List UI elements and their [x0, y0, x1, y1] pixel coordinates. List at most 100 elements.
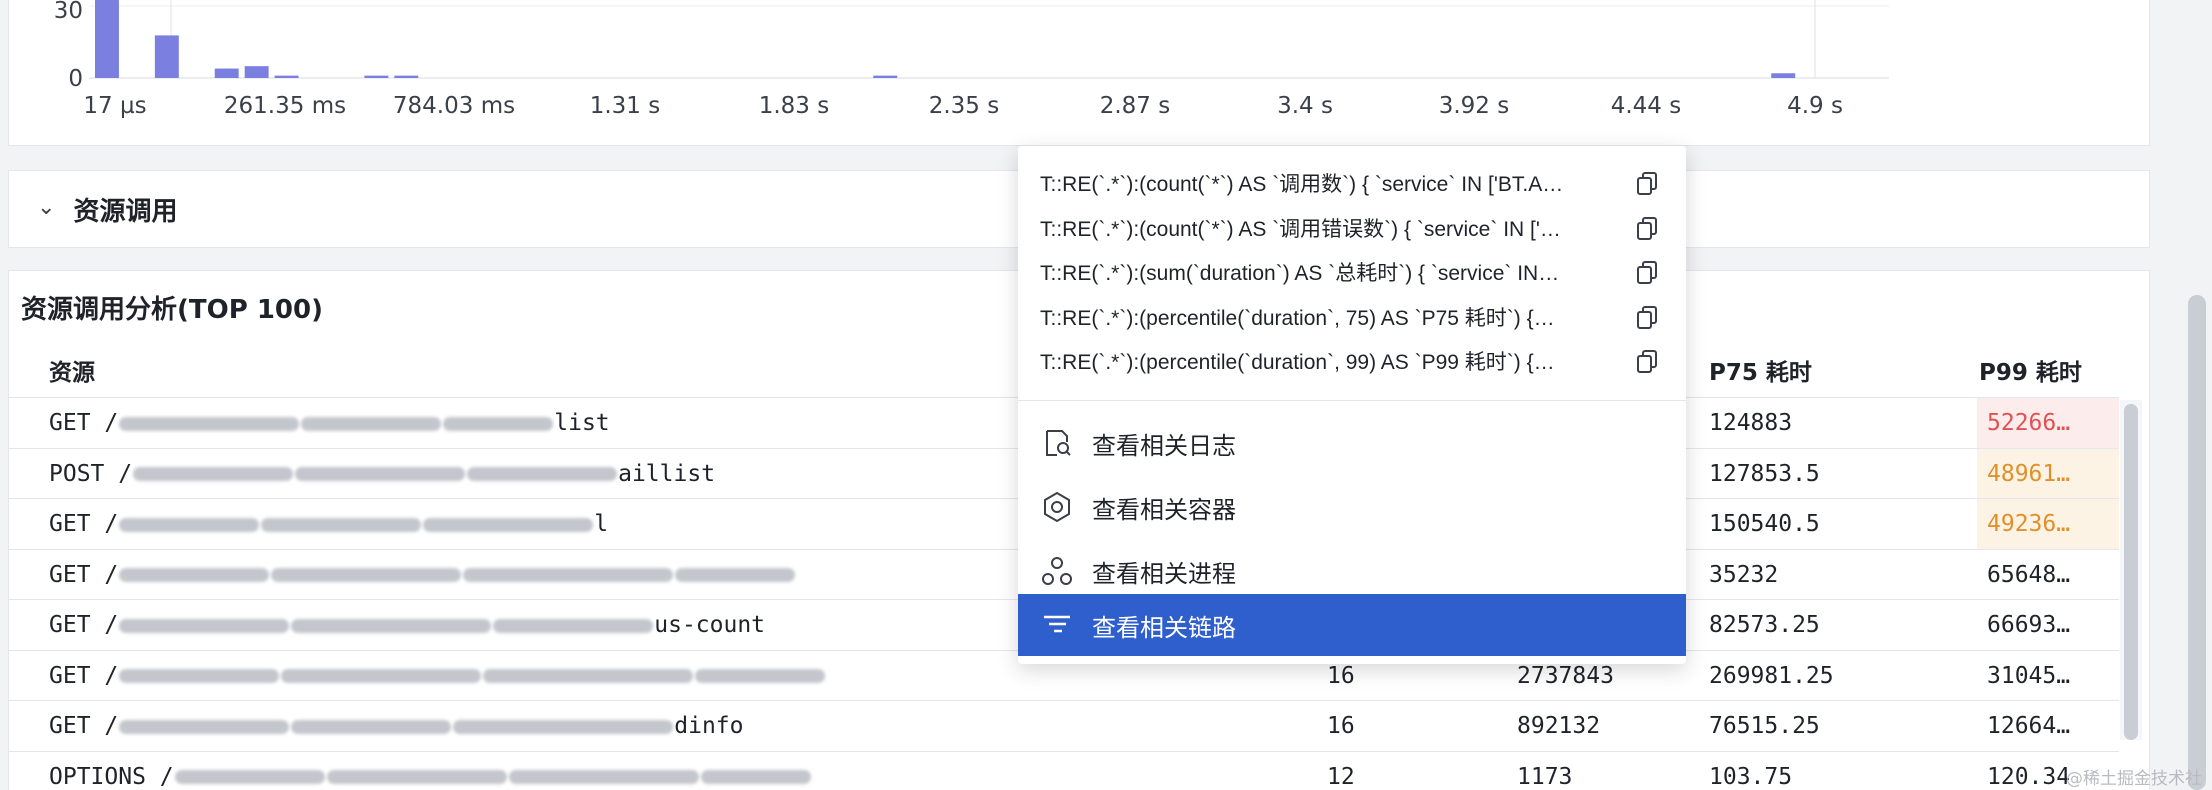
redacted-path-segment: [301, 416, 442, 431]
query-item[interactable]: T::RE(`.*`):(sum(`duration`) AS `总耗时`) {…: [1040, 250, 1660, 294]
query-text: T::RE(`.*`):(percentile(`duration`, 99) …: [1040, 351, 1555, 375]
query-item[interactable]: T::RE(`.*`):(count(`*`) AS `调用数`) { `ser…: [1040, 161, 1660, 205]
menu-action-item[interactable]: 查看相关链路: [1018, 594, 1686, 656]
path-prefix: /: [104, 662, 119, 689]
x-tick-label: 4.9 s: [1787, 93, 1843, 119]
p99-cell: 48961…: [1977, 448, 2119, 499]
http-method: GET: [49, 561, 105, 588]
histogram-bar[interactable]: [95, 0, 119, 79]
http-method: GET: [49, 410, 105, 436]
query-item[interactable]: T::RE(`.*`):(count(`*`) AS `调用错误数`) { `s…: [1040, 206, 1660, 250]
p75-cell: 127853.5: [1709, 460, 1820, 487]
histogram-bar[interactable]: [154, 35, 179, 78]
redacted-path-segment: [291, 618, 492, 633]
query-text: T::RE(`.*`):(count(`*`) AS `调用数`) { `ser…: [1040, 173, 1564, 196]
menu-action-item[interactable]: 查看相关容器: [1018, 476, 1686, 538]
p75-cell: 103.75: [1709, 763, 1793, 790]
page-scrollbar-thumb[interactable]: [2188, 295, 2206, 790]
redacted-path-segment: [443, 416, 554, 431]
redacted-path-segment: [295, 467, 466, 481]
x-tick-label: 17 µs: [83, 93, 146, 119]
col-header-resource[interactable]: 资源: [49, 353, 95, 387]
col-header-p75[interactable]: P75 耗时: [1709, 353, 1812, 387]
y-tick-label: 0: [68, 66, 83, 92]
redacted-path-segment: [133, 467, 294, 481]
container-hexagon-icon: [1044, 491, 1070, 523]
redacted-path-segment: [467, 467, 618, 481]
p99-cell: 49236…: [1977, 499, 2119, 549]
copy-icon[interactable]: [1634, 304, 1660, 330]
col-header-p99[interactable]: P99 耗时: [1979, 353, 2082, 387]
path-suffix: l: [594, 511, 609, 537]
path-prefix: /: [159, 763, 174, 790]
x-tick-label: 1.83 s: [759, 93, 830, 119]
menu-action-label: 查看相关日志: [1092, 431, 1236, 460]
redacted-path-segment: [326, 770, 507, 784]
menu-divider: [1018, 400, 1686, 401]
table-row[interactable]: GET / dinfo 16 892132 76515.25 12664…: [9, 700, 2119, 750]
table-scrollbar-thumb[interactable]: [2124, 404, 2138, 740]
path-suffix: list: [554, 410, 610, 436]
query-item[interactable]: T::RE(`.*`):(percentile(`duration`, 99) …: [1040, 339, 1660, 383]
path-prefix: /: [104, 511, 119, 537]
redacted-path-segment: [291, 719, 452, 734]
histogram-bar[interactable]: [364, 75, 389, 78]
resource-cell[interactable]: OPTIONS /: [49, 752, 1289, 790]
path-prefix: /: [104, 713, 119, 739]
query-item[interactable]: T::RE(`.*`):(percentile(`duration`, 75) …: [1040, 295, 1660, 339]
menu-action-label: 查看相关容器: [1092, 495, 1236, 524]
copy-icon[interactable]: [1634, 259, 1660, 285]
histogram-bar[interactable]: [873, 75, 898, 78]
redacted-path-segment: [423, 517, 594, 532]
http-method: GET: [49, 713, 105, 739]
copy-icon[interactable]: [1634, 170, 1660, 196]
menu-action-item[interactable]: 查看相关进程: [1018, 540, 1686, 602]
redacted-path-segment: [695, 669, 826, 683]
path-prefix: /: [118, 460, 133, 487]
redacted-path-segment: [119, 568, 270, 582]
y-tick-label: 30: [54, 0, 83, 24]
p99-cell: 65648…: [1987, 561, 2071, 588]
http-method: POST: [49, 460, 119, 487]
histogram-bar[interactable]: [274, 75, 299, 78]
x-tick-label: 784.03 ms: [393, 93, 515, 119]
histogram-bar[interactable]: [214, 68, 239, 78]
p75-cell: 269981.25: [1709, 662, 1834, 689]
process-icon: [1042, 557, 1072, 585]
p99-cell: 66693…: [1987, 612, 2071, 638]
total-duration-cell: 1173: [1517, 763, 1573, 790]
table-row[interactable]: OPTIONS /12 1173 103.75 120.34: [9, 750, 2119, 790]
redacted-path-segment: [675, 568, 796, 582]
x-tick-label: 2.87 s: [1100, 93, 1171, 119]
p75-cell: 150540.5: [1709, 511, 1820, 537]
resource-cell[interactable]: GET / dinfo: [49, 701, 1289, 751]
http-method: GET: [49, 662, 105, 689]
x-tick-label: 2.35 s: [929, 93, 1000, 119]
path-suffix: us-count: [654, 612, 766, 638]
histogram-bar[interactable]: [1771, 73, 1796, 78]
chevron-down-icon[interactable]: ⌄: [37, 195, 55, 220]
http-method: GET: [49, 511, 105, 537]
path-prefix: /: [104, 612, 119, 638]
panel-title: 资源调用分析(TOP 100): [21, 295, 323, 325]
p75-cell: 82573.25: [1709, 612, 1820, 638]
redacted-path-segment: [700, 770, 811, 784]
p75-cell: 124883: [1709, 410, 1793, 436]
copy-icon[interactable]: [1634, 348, 1660, 374]
copy-icon[interactable]: [1634, 215, 1660, 241]
menu-action-item[interactable]: 查看相关日志: [1018, 412, 1686, 474]
path-prefix: /: [104, 561, 119, 588]
p75-cell: 35232: [1709, 561, 1779, 588]
x-tick-label: 4.44 s: [1611, 93, 1682, 119]
query-text: T::RE(`.*`):(count(`*`) AS `调用错误数`) { `s…: [1040, 217, 1561, 241]
histogram-bar[interactable]: [244, 66, 269, 78]
call-count-cell: 12: [1327, 763, 1355, 790]
histogram-chart: 30 017 µs 261.35 ms 784.03 ms 1.31 s 1.83 s 2.…: [54, 0, 1889, 119]
redacted-path-segment: [508, 770, 699, 784]
x-tick-label: 1.31 s: [590, 93, 661, 119]
redacted-path-segment: [281, 669, 482, 683]
histogram-bar[interactable]: [394, 75, 419, 78]
p99-cell: 31045…: [1987, 662, 2071, 689]
log-search-icon: [1046, 430, 1071, 456]
trace-icon: [1044, 615, 1070, 633]
